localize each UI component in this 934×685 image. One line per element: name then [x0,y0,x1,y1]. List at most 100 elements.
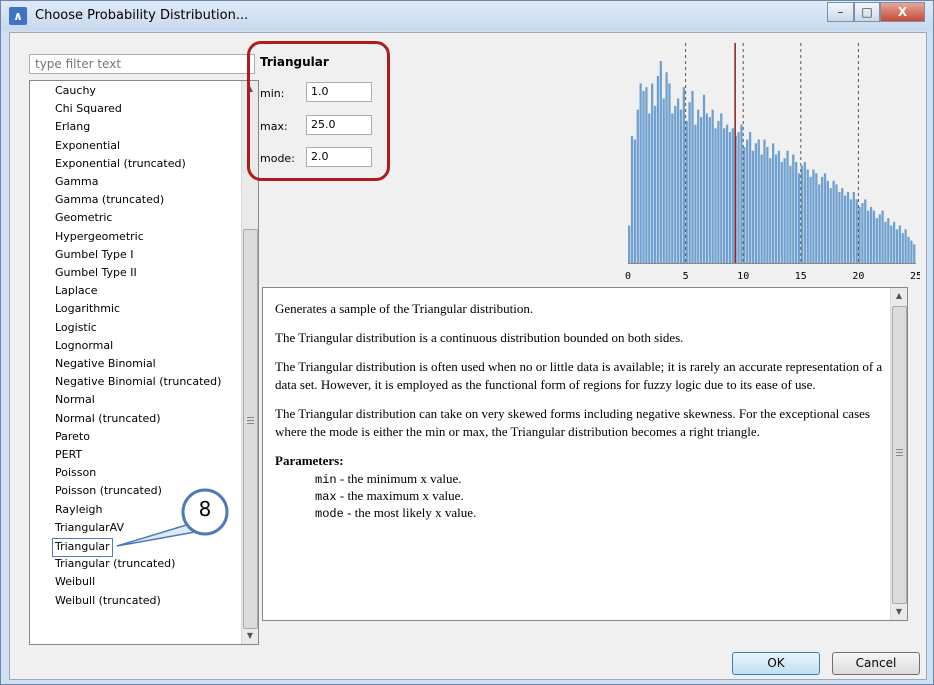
close-button[interactable]: X [880,2,925,22]
list-scroll-thumb[interactable] [243,229,258,629]
histogram-bar [740,124,743,263]
histogram-bar [878,214,881,263]
list-item[interactable]: Gumbel Type II [55,265,137,282]
histogram-bar [760,154,763,263]
list-item[interactable]: Gamma (truncated) [55,192,164,209]
histogram-bar [835,184,838,263]
histogram-bar [702,94,706,263]
list-item[interactable]: Poisson (truncated) [55,483,162,500]
param-max-name: max [315,490,337,504]
histogram-bar [898,225,901,263]
histogram-bar [901,233,904,263]
list-item[interactable]: Geometric [55,210,112,227]
x-tick-label: 15 [795,271,807,282]
list-item[interactable]: Negative Binomial (truncated) [55,374,221,391]
param-mode-name: mode [315,507,344,521]
histogram-bar [720,113,723,264]
histogram-bar [895,229,899,263]
histogram-bar [910,240,913,263]
histogram-bar [636,109,639,263]
list-item[interactable]: Logarithmic [55,301,120,318]
histogram-bar [772,143,775,263]
histogram-bar [890,225,893,263]
histogram-bar [780,162,783,263]
histogram-bar [671,113,674,264]
histogram-bar [668,83,671,263]
histogram-bar [757,139,760,263]
list-item[interactable]: Negative Binomial [55,356,156,373]
histogram-bar [746,139,749,263]
param-mode-line: mode - the most likely x value. [315,504,885,521]
histogram-bar [769,158,772,263]
list-item[interactable]: Triangular (truncated) [55,556,175,573]
histogram-bar [688,102,691,263]
scroll-up-icon[interactable]: ▲ [891,288,907,304]
list-item[interactable]: Cauchy [55,83,96,100]
description-summary: Generates a sample of the Triangular dis… [275,301,534,316]
histogram-bar [766,147,769,263]
list-item[interactable]: TriangularAV [55,520,124,537]
histogram-bar [803,162,806,263]
scroll-down-icon[interactable]: ▼ [891,604,907,620]
histogram-bar [659,61,662,263]
param-min-line: min - the minimum x value. [315,470,885,487]
list-item[interactable]: Triangular [52,538,113,557]
list-item[interactable]: Erlang [55,119,90,136]
minimize-button[interactable]: – [827,2,854,22]
histogram-bar [846,191,850,263]
list-item[interactable]: Poisson [55,465,96,482]
histogram-bar [797,173,801,263]
histogram-bar [887,218,890,263]
distribution-list[interactable]: Cauchy Chi Squared Erlang Exponential Expone… [29,80,259,645]
list-item[interactable]: Exponential [55,138,120,155]
histogram-bar [872,210,876,263]
param-min-desc: - the minimum x value. [336,471,462,486]
list-item[interactable]: Logistic [55,320,97,337]
histogram-bar [892,221,896,263]
histogram-bar [711,109,714,263]
histogram-bar [820,176,824,263]
list-item[interactable]: Weibull [55,574,95,591]
histogram-bar [714,128,717,263]
list-item[interactable]: Gamma [55,174,98,191]
title-bar[interactable]: ∧ Choose Probability Distribution... – □… [1,1,933,31]
cancel-button[interactable]: Cancel [832,652,920,675]
list-item[interactable]: Lognormal [55,338,113,355]
histogram-bar [849,199,853,263]
x-tick-label: 5 [683,271,689,282]
list-item[interactable]: Rayleigh [55,502,103,519]
histogram-bar [694,124,697,263]
list-item[interactable]: Normal (truncated) [55,411,161,428]
histogram-bar [705,113,709,264]
histogram-bar [869,206,873,263]
list-item[interactable]: Laplace [55,283,97,300]
description-panel: Generates a sample of the Triangular dis… [262,287,908,621]
list-item[interactable]: Hypergeometric [55,229,144,246]
list-item[interactable]: Exponential (truncated) [55,156,186,173]
histogram-bar [763,139,766,263]
list-item[interactable]: Weibull (truncated) [55,593,161,610]
param-mode-desc: - the most likely x value. [343,505,477,520]
histogram-bar [806,169,809,263]
filter-input[interactable]: type filter text [29,54,255,74]
list-item[interactable]: Pareto [55,429,90,446]
histogram-bar [855,199,858,263]
list-item[interactable]: Normal [55,392,95,409]
description-scrollbar[interactable]: ▲ ▼ [890,288,907,620]
histogram-bar [844,195,847,263]
list-item[interactable]: PERT [55,447,82,464]
maximize-button[interactable]: □ [854,2,880,22]
histogram-bar [662,98,665,263]
description-scroll-thumb[interactable] [892,306,907,604]
histogram-bar [748,132,752,263]
scroll-down-icon[interactable]: ▼ [242,628,258,644]
histogram-bar [815,173,818,263]
x-tick-label: 0 [625,271,631,282]
histogram-bar [904,229,907,263]
histogram-bar [700,117,703,263]
list-item[interactable]: Gumbel Type I [55,247,134,264]
histogram-bar [679,109,683,263]
histogram-bar [717,120,720,263]
ok-button[interactable]: OK [732,652,820,675]
list-item[interactable]: Chi Squared [55,101,122,118]
